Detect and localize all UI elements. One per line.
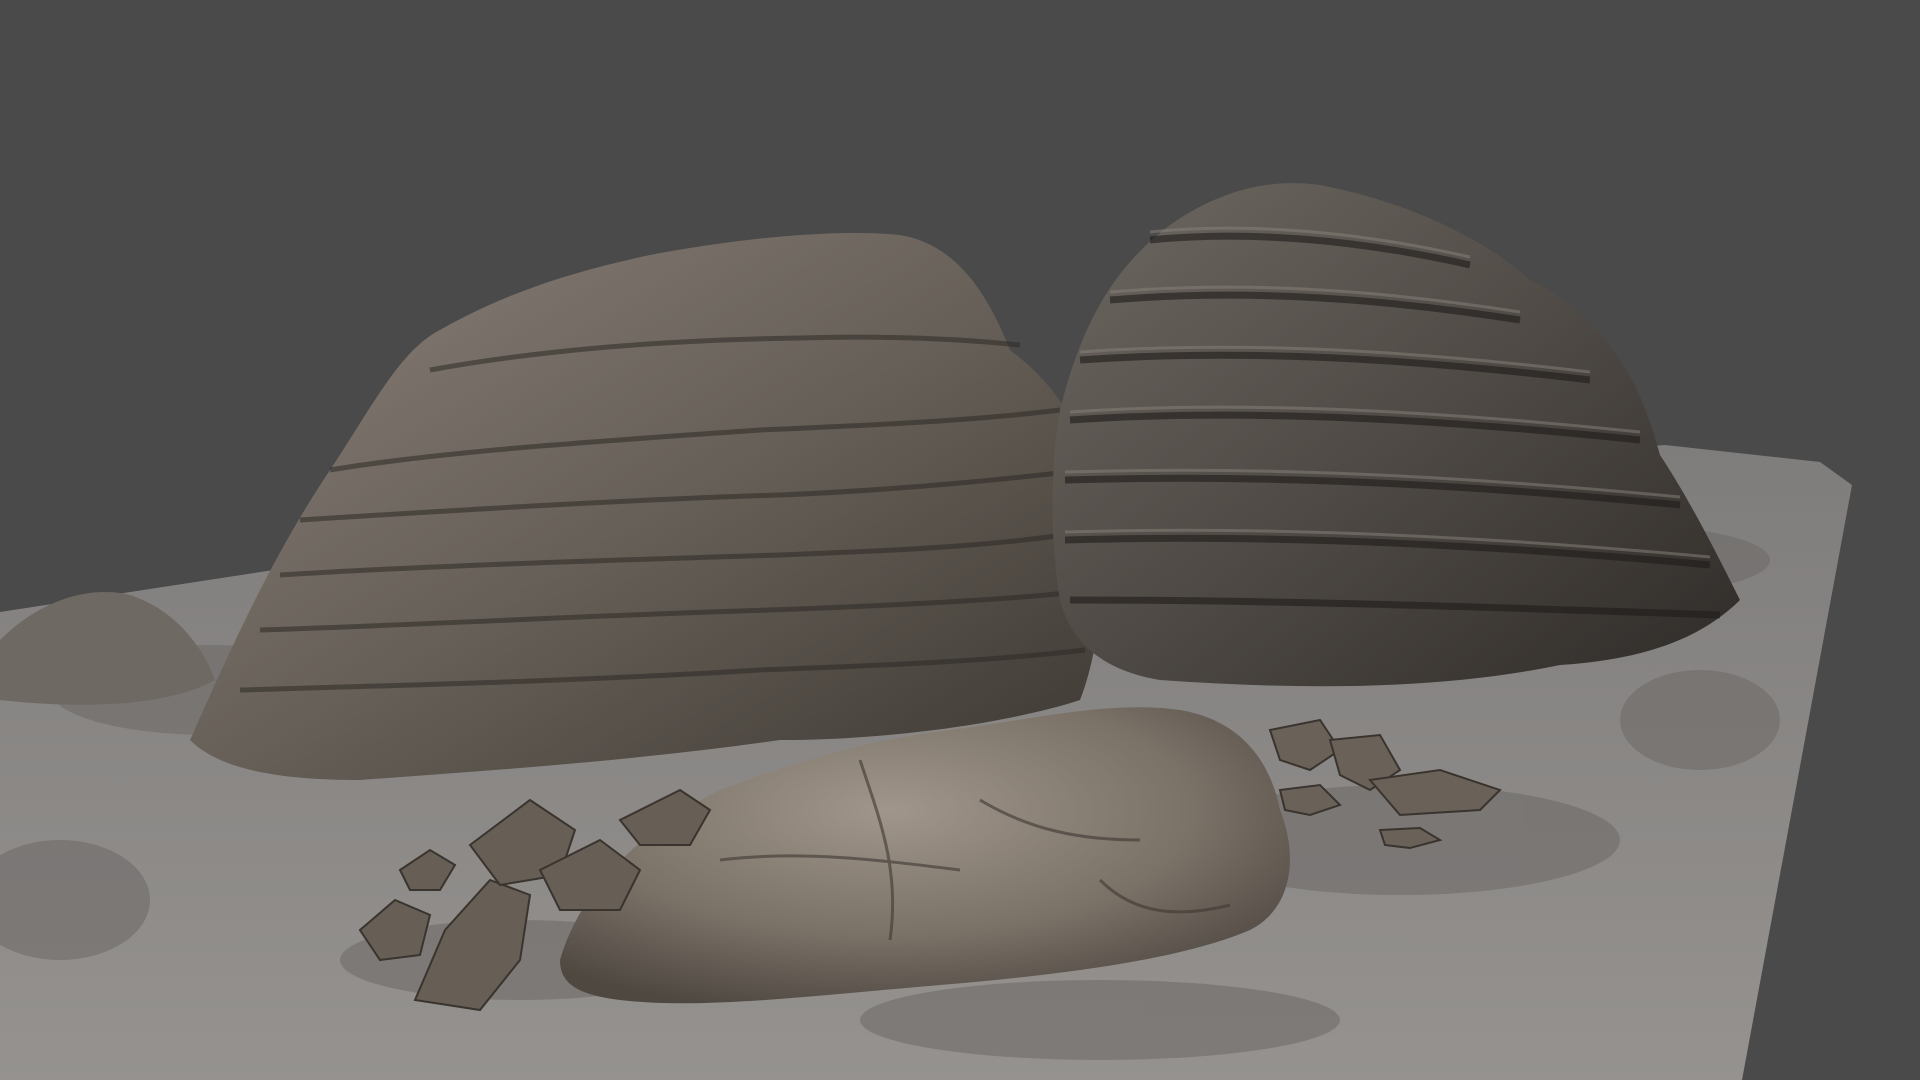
rock-scene-render [0, 0, 1920, 1080]
3d-viewport[interactable] [0, 0, 1920, 1080]
rock-scene-svg [0, 183, 1852, 1080]
left-large-rock [190, 232, 1103, 781]
